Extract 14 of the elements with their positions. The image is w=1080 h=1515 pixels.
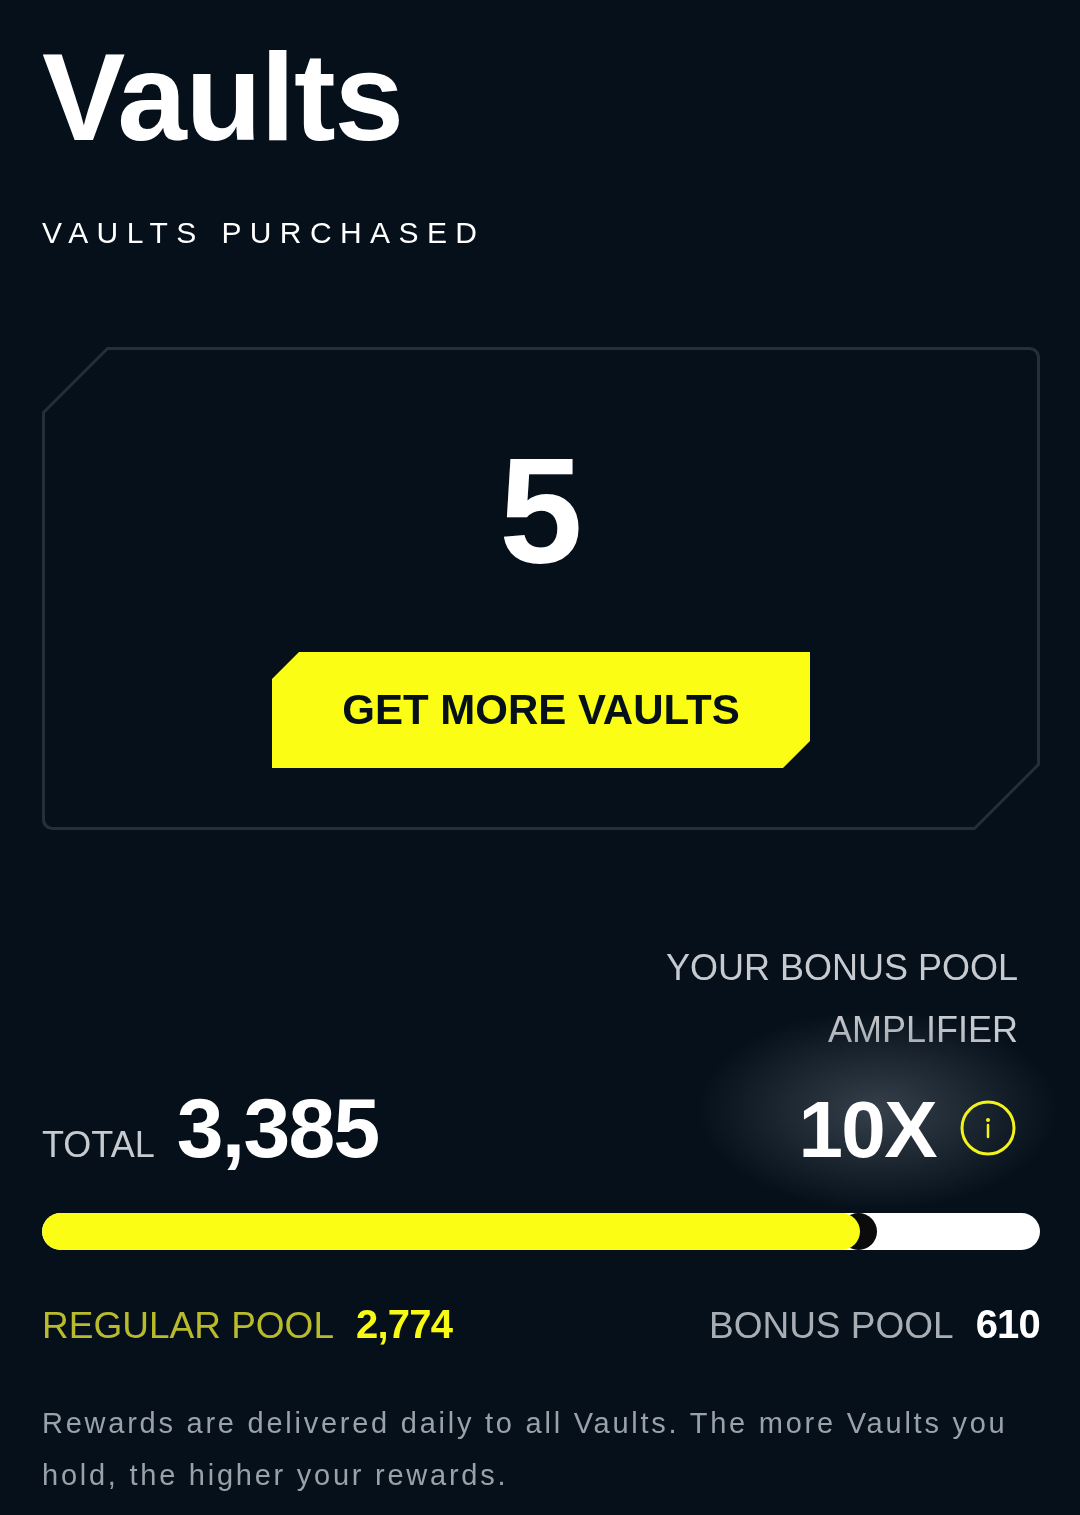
get-more-vaults-button[interactable]: GET MORE VAULTS bbox=[272, 652, 810, 768]
total-label: TOTAL bbox=[42, 1127, 155, 1163]
pool-value: 610 bbox=[975, 1304, 1040, 1344]
pool-label: REGULAR POOL bbox=[42, 1307, 334, 1344]
amplifier-label: YOUR BONUS POOL AMPLIFIER bbox=[664, 946, 1018, 1052]
pool-value: 2,774 bbox=[356, 1304, 453, 1344]
page-title: Vaults bbox=[42, 34, 403, 159]
vaults-purchased-heading: VAULTS PURCHASED bbox=[42, 218, 486, 248]
pool-label: BONUS POOL bbox=[708, 1307, 954, 1344]
info-icon[interactable] bbox=[960, 1100, 1016, 1156]
vault-count: 5 bbox=[499, 436, 583, 586]
total-value: 3,385 bbox=[176, 1086, 379, 1170]
rewards-note: Rewards are delivered daily to all Vaults. The more Vaults you hold, the higher your rewards. bbox=[42, 1406, 1009, 1493]
amplifier-value: 10X bbox=[798, 1090, 936, 1170]
